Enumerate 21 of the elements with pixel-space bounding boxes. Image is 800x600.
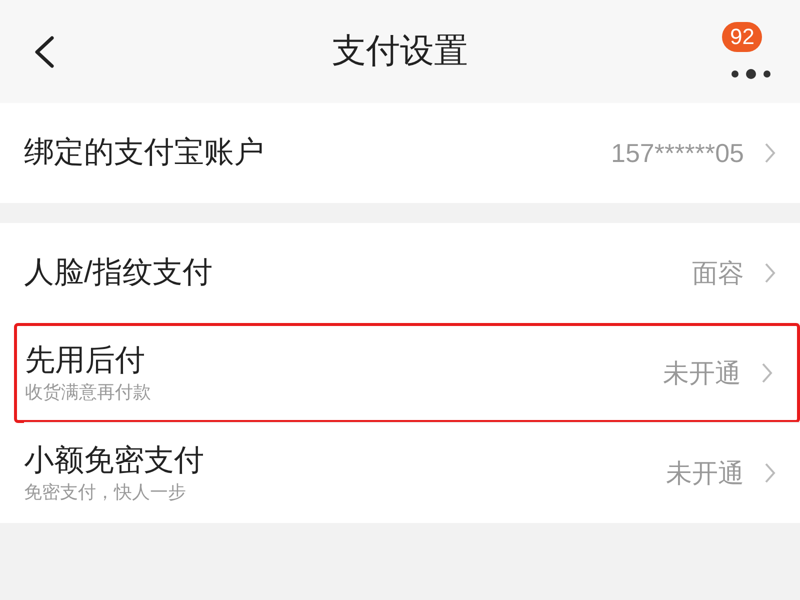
row-label: 绑定的支付宝账户 [24, 135, 264, 171]
settings-row[interactable]: 小额免密支付 免密支付，快人一步 未开通 [24, 423, 800, 523]
row-subtitle: 收货满意再付款 [25, 381, 151, 404]
more-icon[interactable] [729, 68, 773, 80]
row-value: 面容 [692, 256, 744, 290]
notification-badge: 92 [722, 22, 762, 52]
row-value: 未开通 [663, 356, 741, 390]
chevron-icon [764, 262, 776, 284]
settings-row[interactable]: 人脸/指纹支付 面容 [0, 223, 800, 323]
chevron-icon [764, 142, 776, 164]
row-subtitle: 免密支付，快人一步 [24, 481, 187, 504]
row-label: 小额免密支付 [24, 443, 204, 479]
row-label: 人脸/指纹支付 [24, 255, 212, 291]
row-value: 未开通 [666, 456, 744, 490]
page-title: 支付设置 [332, 31, 468, 72]
settings-row[interactable]: 绑定的支付宝账户 157******05 [0, 103, 800, 203]
row-label: 先用后付 [25, 343, 146, 379]
settings-row[interactable]: 先用后付 收货满意再付款 未开通 [14, 323, 800, 423]
chevron-icon [764, 462, 776, 484]
chevron-icon [761, 362, 773, 384]
row-value: 157******05 [610, 136, 744, 170]
